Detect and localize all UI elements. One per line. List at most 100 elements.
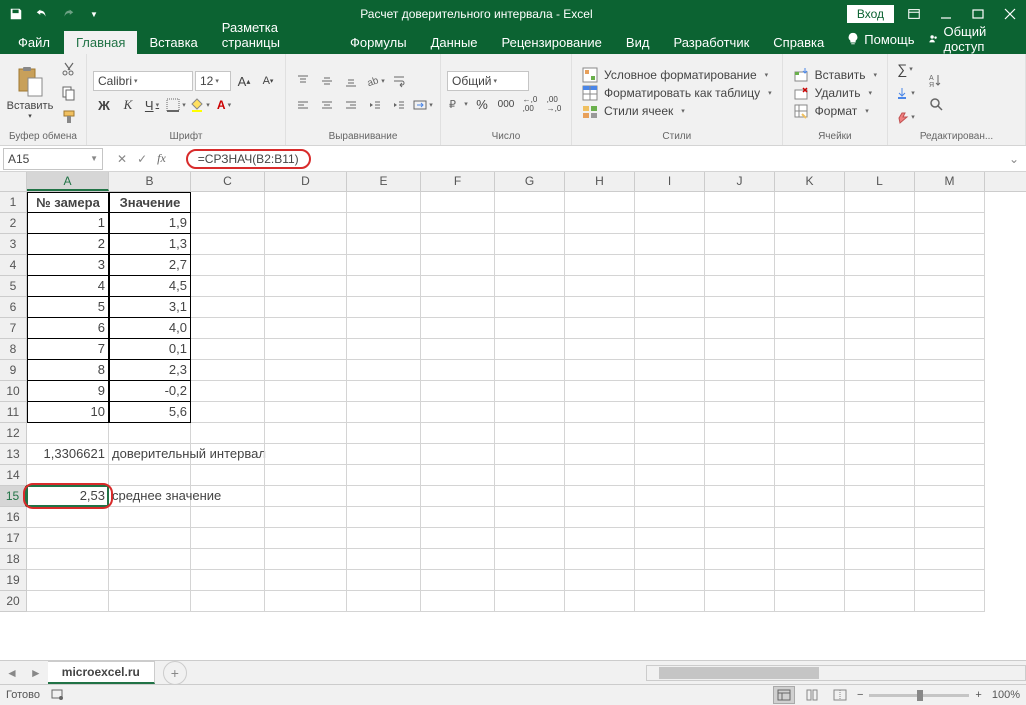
cell-M17[interactable] [915, 528, 985, 549]
cell-G19[interactable] [495, 570, 565, 591]
cell-I5[interactable] [635, 276, 705, 297]
conditional-formatting-button[interactable]: Условное форматирование [578, 66, 776, 84]
cell-G15[interactable] [495, 486, 565, 507]
cell-C11[interactable] [191, 402, 265, 423]
cell-F20[interactable] [421, 591, 495, 612]
row-header-2[interactable]: 2 [0, 213, 27, 234]
cell-E2[interactable] [347, 213, 421, 234]
cell-M6[interactable] [915, 297, 985, 318]
cell-J8[interactable] [705, 339, 775, 360]
cell-L10[interactable] [845, 381, 915, 402]
col-header-C[interactable]: C [191, 172, 265, 191]
cell-G4[interactable] [495, 255, 565, 276]
cell-A18[interactable] [27, 549, 109, 570]
cell-B11[interactable]: 5,6 [109, 402, 191, 423]
cell-A3[interactable]: 2 [27, 234, 109, 255]
cell-D13[interactable] [265, 444, 347, 465]
tell-me-button[interactable]: Помощь [846, 32, 914, 47]
cell-C10[interactable] [191, 381, 265, 402]
cell-J18[interactable] [705, 549, 775, 570]
delete-cells-button[interactable]: Удалить [789, 84, 881, 102]
cell-F11[interactable] [421, 402, 495, 423]
view-page-break-button[interactable] [829, 686, 851, 704]
format-painter-button[interactable] [58, 106, 80, 128]
cell-C17[interactable] [191, 528, 265, 549]
cell-F3[interactable] [421, 234, 495, 255]
sheet-nav-prev[interactable]: ◄ [0, 666, 24, 680]
cell-K17[interactable] [775, 528, 845, 549]
cell-H1[interactable] [565, 192, 635, 213]
row-header-7[interactable]: 7 [0, 318, 27, 339]
cell-F7[interactable] [421, 318, 495, 339]
cell-E16[interactable] [347, 507, 421, 528]
cell-B17[interactable] [109, 528, 191, 549]
cell-E1[interactable] [347, 192, 421, 213]
cell-J11[interactable] [705, 402, 775, 423]
cell-B2[interactable]: 1,9 [109, 213, 191, 234]
close-button[interactable] [998, 2, 1022, 26]
formula-bar[interactable]: =СРЗНАЧ(B2:B11) [186, 149, 1005, 169]
sort-filter-button[interactable]: АЯ [926, 70, 948, 92]
decrease-indent-button[interactable] [364, 94, 386, 116]
col-header-L[interactable]: L [845, 172, 915, 191]
cell-L8[interactable] [845, 339, 915, 360]
save-button[interactable] [4, 2, 28, 26]
cell-H20[interactable] [565, 591, 635, 612]
cell-B20[interactable] [109, 591, 191, 612]
cell-G13[interactable] [495, 444, 565, 465]
cell-J20[interactable] [705, 591, 775, 612]
cell-D18[interactable] [265, 549, 347, 570]
cell-G11[interactable] [495, 402, 565, 423]
cell-I4[interactable] [635, 255, 705, 276]
align-top-button[interactable] [292, 70, 314, 92]
cut-button[interactable] [58, 58, 80, 80]
cell-B13[interactable]: доверительный интервал [109, 444, 191, 465]
cell-D6[interactable] [265, 297, 347, 318]
cell-H13[interactable] [565, 444, 635, 465]
cell-J2[interactable] [705, 213, 775, 234]
cell-G3[interactable] [495, 234, 565, 255]
cell-I18[interactable] [635, 549, 705, 570]
cell-E10[interactable] [347, 381, 421, 402]
cell-E15[interactable] [347, 486, 421, 507]
cell-F1[interactable] [421, 192, 495, 213]
cell-C3[interactable] [191, 234, 265, 255]
cell-J7[interactable] [705, 318, 775, 339]
row-header-5[interactable]: 5 [0, 276, 27, 297]
tab-home[interactable]: Главная [64, 31, 137, 54]
cell-A17[interactable] [27, 528, 109, 549]
cell-H17[interactable] [565, 528, 635, 549]
cell-K13[interactable] [775, 444, 845, 465]
cell-L6[interactable] [845, 297, 915, 318]
cell-I19[interactable] [635, 570, 705, 591]
row-header-17[interactable]: 17 [0, 528, 27, 549]
cell-G20[interactable] [495, 591, 565, 612]
row-header-19[interactable]: 19 [0, 570, 27, 591]
cell-I8[interactable] [635, 339, 705, 360]
cell-D3[interactable] [265, 234, 347, 255]
cell-I6[interactable] [635, 297, 705, 318]
number-format-select[interactable]: Общий [447, 71, 529, 91]
cell-H9[interactable] [565, 360, 635, 381]
cell-F13[interactable] [421, 444, 495, 465]
cell-H5[interactable] [565, 276, 635, 297]
format-cells-button[interactable]: Формат [789, 102, 881, 120]
cell-E5[interactable] [347, 276, 421, 297]
cell-L3[interactable] [845, 234, 915, 255]
row-header-3[interactable]: 3 [0, 234, 27, 255]
cell-C7[interactable] [191, 318, 265, 339]
cell-L5[interactable] [845, 276, 915, 297]
cell-A20[interactable] [27, 591, 109, 612]
cell-K12[interactable] [775, 423, 845, 444]
cell-H8[interactable] [565, 339, 635, 360]
sheet-nav-next[interactable]: ► [24, 666, 48, 680]
border-button[interactable] [165, 94, 187, 116]
cell-H4[interactable] [565, 255, 635, 276]
cell-D12[interactable] [265, 423, 347, 444]
fill-color-button[interactable] [189, 94, 211, 116]
cell-F12[interactable] [421, 423, 495, 444]
tab-data[interactable]: Данные [419, 31, 490, 54]
row-header-20[interactable]: 20 [0, 591, 27, 612]
cell-L7[interactable] [845, 318, 915, 339]
cell-L9[interactable] [845, 360, 915, 381]
